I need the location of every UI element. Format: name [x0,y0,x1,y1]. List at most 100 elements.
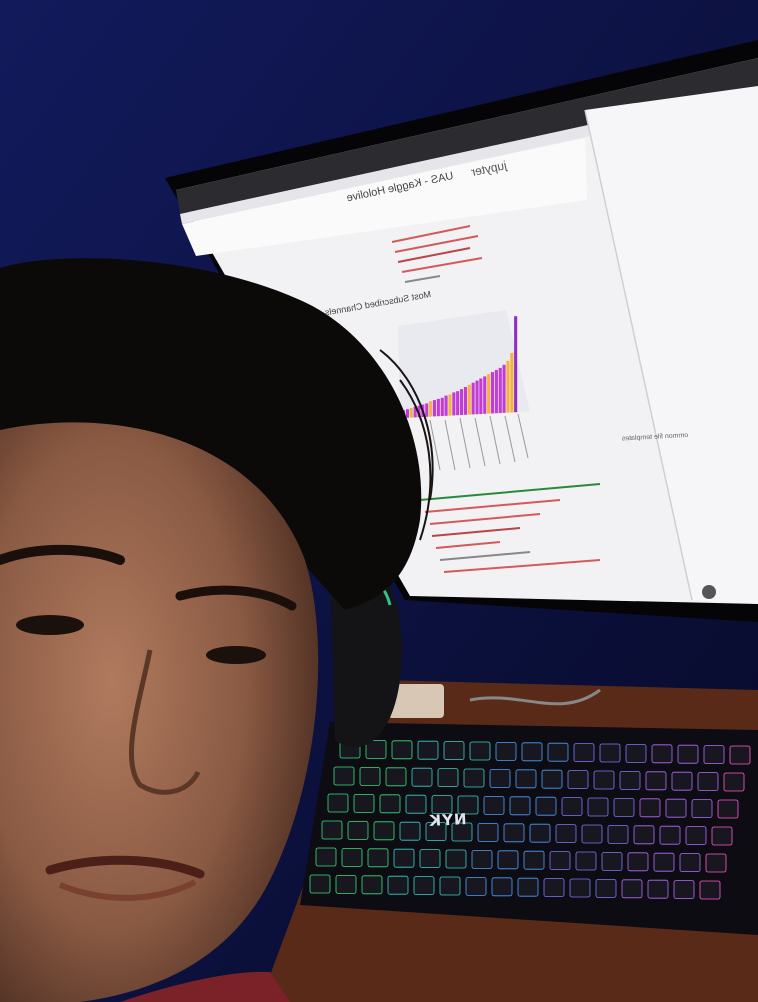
chart-bar [452,392,456,416]
chart-bar [429,401,433,417]
keyboard-key [465,877,487,896]
chart-bar [510,352,514,413]
keyboard-key [491,877,513,897]
keyboard-key [671,771,693,791]
keyboard-key [607,825,629,844]
keyboard-key [361,875,383,895]
keyboard-key [385,767,407,787]
keyboard-key [575,851,597,871]
keyboard-key [621,879,643,899]
keyboard-key [327,793,349,813]
keyboard-key [633,825,655,845]
keyboard-key [697,772,719,791]
keyboard-key [443,741,465,760]
keyboard-key [665,798,687,818]
keyboard-key [569,878,591,898]
chart-bar [444,395,448,416]
scroll-button [702,585,716,599]
keyboard-key [333,766,355,786]
keyboard-key [353,794,375,813]
keyboard-key [321,820,343,840]
chart-bar [514,316,518,413]
keyboard-key [601,852,623,871]
keyboard-key [567,770,589,789]
keyboard-key [367,848,389,868]
keyboard-key [625,744,647,763]
chart-bar [432,400,436,417]
left-eye [16,615,84,635]
keyboard-key [729,745,751,765]
keyboard-key [595,879,617,898]
keyboard-key [619,771,641,790]
keyboard-key [547,742,569,762]
keyboard-key [543,878,565,897]
keyboard-key [703,745,725,764]
photo-scene [0,0,758,1002]
keyboard-key [439,876,461,896]
chart-bar [483,376,487,414]
chart-bar [448,394,452,416]
keyboard-key [723,772,745,792]
chart-bar [494,370,498,414]
keyboard-brand-logo: NYK [428,810,467,830]
keyboard-key [387,875,409,895]
keyboard-key [711,826,733,846]
keyboard-key [489,769,511,788]
keyboard-key [555,824,577,843]
keyboard-key [627,852,649,872]
keyboard-key [639,798,661,818]
keyboard-key [359,767,381,786]
keyboard-key [521,742,543,762]
keyboard-key [347,821,369,840]
chart-bar [405,409,409,418]
keyboard-key [535,796,557,816]
keyboard-key [497,850,519,870]
keyboard-key [335,875,357,894]
keyboard-key [391,740,413,760]
keyboard-key [593,770,615,790]
keyboard-key [541,769,563,789]
chart-bar [440,397,444,416]
keyboard-key [685,826,707,845]
keyboard-key [309,874,331,894]
keyboard-key [717,799,739,819]
keyboard-key [417,740,439,760]
keyboard-key [509,796,531,816]
keyboard-key [379,794,401,814]
keyboard-key [677,744,699,764]
chart-bar [463,387,467,415]
keyboard-key [471,850,493,869]
keyboard-key [445,849,467,869]
keyboard-key [529,823,551,843]
keyboard-key [517,877,539,897]
keyboard-key [659,825,681,845]
chart-bar [506,360,510,413]
chart-bar [471,382,475,415]
keyboard-key [613,798,635,817]
chart-bar [475,380,479,415]
chart-bar [498,367,502,413]
keyboard-key [645,771,667,791]
right-eye [206,646,266,664]
keyboard-key [599,743,621,763]
keyboard-key [393,848,415,868]
keyboard-key [561,797,583,816]
chart-bar [487,374,491,414]
keyboard-key [653,852,675,872]
keyboard-key [503,823,525,843]
keyboard-key [673,880,695,899]
keyboard-key [437,768,459,787]
keyboard-key [549,851,571,870]
keyboard-key [399,821,421,841]
keyboard-key [515,769,537,789]
chart-bar [502,364,506,413]
keyboard-key [581,824,603,844]
keyboard-key [463,768,485,788]
chart-bar [436,398,440,417]
keyboard-key [587,797,609,817]
chart-bar [460,389,464,415]
keyboard-key [483,796,505,815]
chart-bar [456,391,460,416]
keyboard-key [373,821,395,841]
keyboard-key [419,849,441,868]
